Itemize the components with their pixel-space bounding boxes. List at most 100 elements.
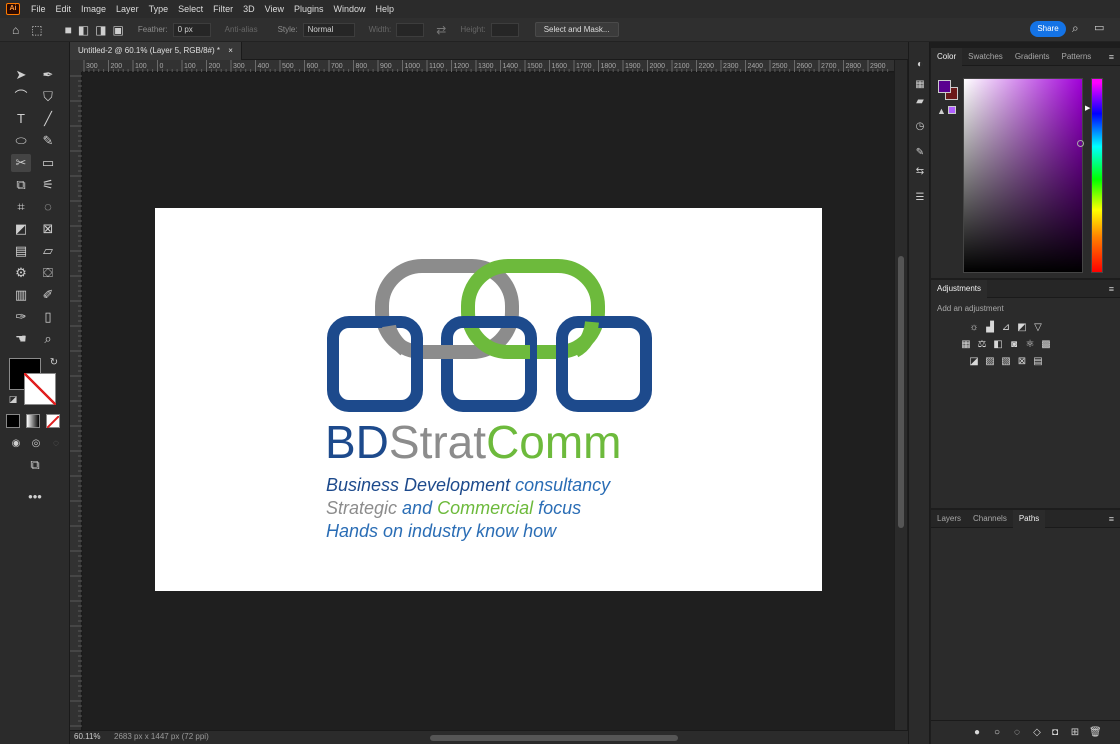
add-selection-icon[interactable]: ◧	[78, 23, 89, 37]
make-path-icon[interactable]: ◇	[1031, 727, 1043, 739]
levels-icon[interactable]: ▟	[984, 322, 996, 334]
curves-icon[interactable]: ⊿	[1000, 322, 1012, 334]
vertical-scroll-thumb[interactable]	[898, 256, 904, 528]
fill-path-icon[interactable]: ●	[971, 727, 983, 739]
frame-tool-icon[interactable]: ⊠	[38, 220, 58, 238]
close-tab-icon[interactable]: ×	[228, 46, 233, 55]
exposure-icon[interactable]: ◩	[1016, 322, 1028, 334]
draw-inside-icon[interactable]: ◌	[46, 435, 66, 453]
chart-tool-icon[interactable]: ▥	[11, 286, 31, 304]
horizontal-scroll-thumb[interactable]	[430, 735, 678, 741]
color-picker-cursor[interactable]	[1077, 140, 1084, 147]
hue-slider[interactable]	[1091, 78, 1103, 273]
magic-tool-icon[interactable]: ⚟	[38, 176, 58, 194]
rectangle-tool-icon[interactable]: ▭	[38, 154, 58, 172]
gradient-tool-icon[interactable]: ▤	[11, 242, 31, 260]
delete-path-icon[interactable]: 🗑	[1089, 727, 1102, 739]
width-input[interactable]	[396, 22, 425, 37]
eyedropper-tool-icon[interactable]: ✑	[11, 308, 31, 326]
gamut-warning-icon[interactable]: ▲	[937, 106, 946, 116]
zoom-level[interactable]: 60.11%	[74, 732, 101, 741]
marquee-preset-icon[interactable]: ⬚	[31, 23, 42, 37]
move-tool-icon[interactable]: ➤	[11, 66, 31, 84]
hue-slider-handle[interactable]: ▶	[1085, 104, 1090, 112]
ruler-origin[interactable]	[70, 60, 82, 72]
menu-plugins[interactable]: Plugins	[289, 4, 329, 14]
comments-icon[interactable]: ▰	[913, 95, 927, 109]
draw-behind-icon[interactable]: ◎	[26, 435, 46, 453]
color-balance-icon[interactable]: ⚖	[976, 339, 988, 351]
artboard-tool-icon[interactable]: ⧉	[11, 176, 31, 194]
home-icon[interactable]: ⌂	[12, 23, 19, 37]
subtract-selection-icon[interactable]: ◨	[95, 23, 106, 37]
brushes-icon[interactable]: ✎	[913, 146, 927, 160]
menu-view[interactable]: View	[260, 4, 289, 14]
menu-filter[interactable]: Filter	[208, 4, 238, 14]
color-panel-menu-icon[interactable]: ≡	[1109, 52, 1114, 62]
vibrance-icon[interactable]: ▽	[1032, 322, 1044, 334]
layers-panel-menu-icon[interactable]: ≡	[1109, 514, 1114, 524]
channel-mixer-icon[interactable]: ⚛	[1024, 339, 1036, 351]
eraser-tool-icon[interactable]: ▱	[38, 242, 58, 260]
new-selection-icon[interactable]: ■	[65, 23, 72, 37]
menu-layer[interactable]: Layer	[111, 4, 144, 14]
stroke-path-icon[interactable]: ○	[991, 727, 1003, 739]
tab-patterns[interactable]: Patterns	[1056, 48, 1098, 66]
menu-window[interactable]: Window	[329, 4, 371, 14]
curvature-tool-icon[interactable]: ⌒	[11, 88, 31, 106]
brightness-icon[interactable]: ☼	[968, 322, 980, 334]
swap-colors-icon[interactable]: ↻	[44, 354, 64, 372]
menu-edit[interactable]: Edit	[51, 4, 77, 14]
color-lookup-icon[interactable]: ▩	[1040, 339, 1052, 351]
tab-paths[interactable]: Paths	[1012, 509, 1046, 528]
black-white-icon[interactable]: ◧	[992, 339, 1004, 351]
workspace-icon[interactable]: ▭	[1094, 21, 1104, 34]
vertical-scrollbar[interactable]	[895, 60, 907, 730]
document-tab[interactable]: Untitled-2 @ 60.1% (Layer 5, RGB/8#) * ×	[70, 42, 242, 60]
perspective-tool-icon[interactable]: ◩	[11, 220, 31, 238]
adjustments-menu-icon[interactable]: ≡	[1109, 284, 1114, 294]
tab-adjustments[interactable]: Adjustments	[931, 279, 988, 298]
menu-select[interactable]: Select	[173, 4, 208, 14]
line-tool-icon[interactable]: ╱	[38, 110, 58, 128]
intersect-selection-icon[interactable]: ▣	[113, 23, 124, 37]
search-icon[interactable]: ⌕	[1072, 21, 1079, 36]
selective-color-icon[interactable]: ⊠	[1016, 356, 1028, 368]
share-button[interactable]: Share	[1030, 21, 1066, 37]
tab-color[interactable]: Color	[931, 47, 963, 66]
gradient-mode-icon[interactable]	[26, 414, 40, 428]
document-canvas[interactable]: BDStratComm Business Development consult…	[155, 208, 822, 591]
ellipse-tool-icon[interactable]: ⬭	[11, 132, 31, 150]
load-selection-icon[interactable]: ◌	[1011, 727, 1023, 739]
posterize-icon[interactable]: ▨	[984, 356, 996, 368]
note-tool-icon[interactable]: ▯	[38, 308, 58, 326]
menu-3d[interactable]: 3D	[238, 4, 260, 14]
bucket-tool-icon[interactable]: ⛋	[38, 264, 58, 282]
feather-input[interactable]: 0 px	[172, 22, 211, 37]
horizontal-ruler[interactable]: 300 200 100 0 100 200 300 400 500 600 700 800 900 100…	[82, 60, 894, 72]
stamp-tool-icon[interactable]: ⛉	[38, 88, 58, 106]
dropper-tool-icon[interactable]: ✐	[38, 286, 58, 304]
menu-file[interactable]: File	[26, 4, 51, 14]
photo-filter-icon[interactable]: ◙	[1008, 339, 1020, 351]
select-and-mask-button[interactable]: Select and Mask...	[534, 22, 619, 37]
tab-channels[interactable]: Channels	[967, 510, 1013, 528]
draw-normal-icon[interactable]: ◉	[6, 435, 26, 453]
anti-alias-checkbox[interactable]: Anti-alias	[225, 25, 258, 34]
menu-type[interactable]: Type	[144, 4, 174, 14]
menu-help[interactable]: Help	[371, 4, 400, 14]
scissors-tool-icon[interactable]: ✂	[11, 154, 31, 172]
libraries-icon[interactable]: ▦	[913, 78, 927, 92]
properties-sliders-icon[interactable]: ☰	[913, 191, 927, 205]
color-mode-icon[interactable]	[6, 414, 20, 428]
symbol-tool-icon[interactable]: ⚙	[11, 264, 31, 282]
tab-layers[interactable]: Layers	[931, 510, 967, 528]
hand-tool-icon[interactable]: ☚	[11, 330, 31, 348]
new-path-icon[interactable]: ⊞	[1069, 727, 1081, 739]
tab-gradients[interactable]: Gradients	[1009, 48, 1056, 66]
properties-icon[interactable]: ◐	[913, 58, 927, 72]
none-mode-icon[interactable]	[46, 414, 60, 429]
adjust-icon[interactable]: ⇆	[913, 165, 927, 179]
threshold-icon[interactable]: ▧	[1000, 356, 1012, 368]
brush-tool-icon[interactable]: ✎	[38, 132, 58, 150]
